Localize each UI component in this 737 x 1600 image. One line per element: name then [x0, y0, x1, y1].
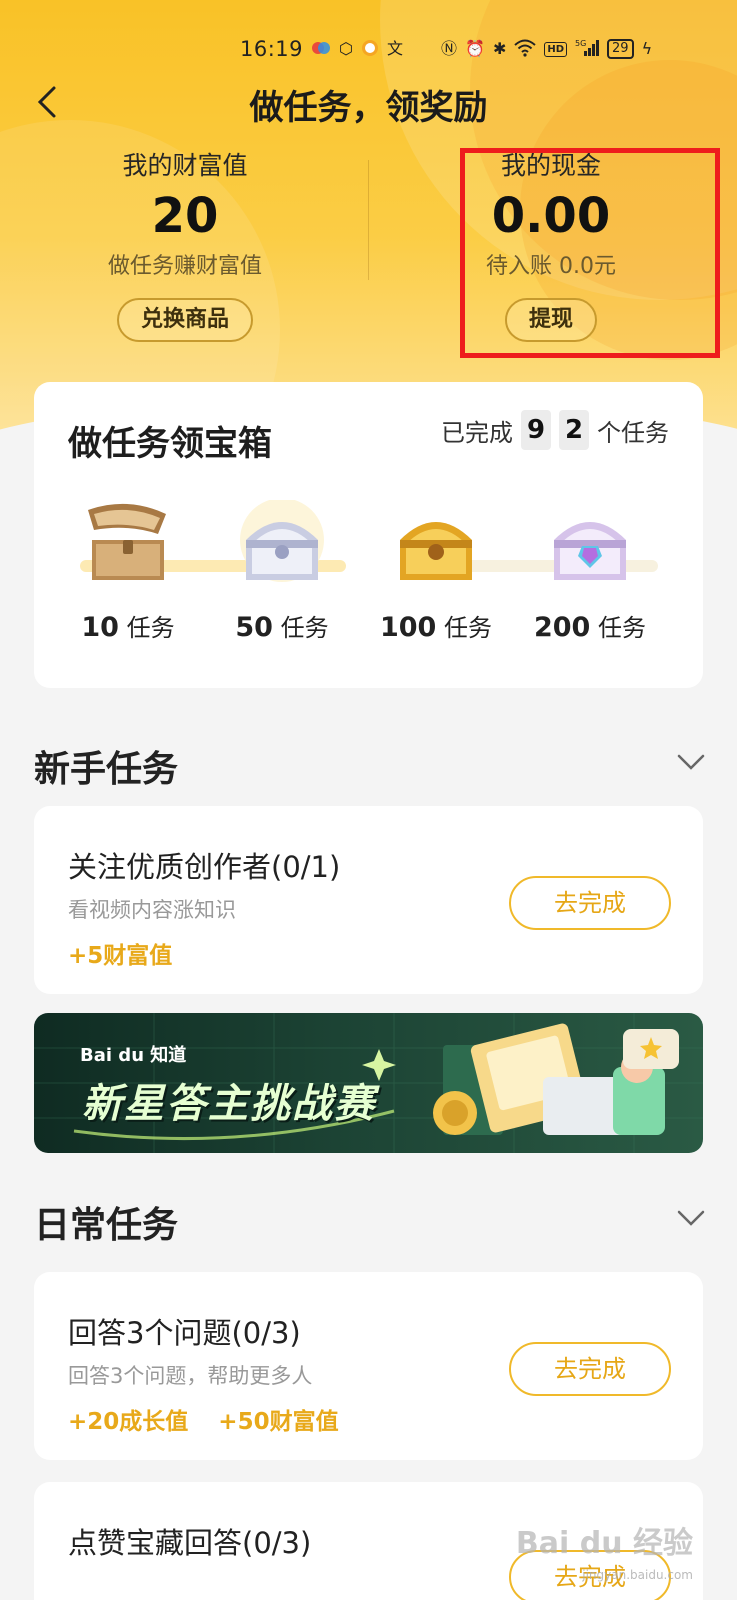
task-name: 关注优质创作者(0/1) — [68, 850, 341, 884]
translate-notification-icon: 文 — [387, 39, 404, 58]
chest-card: 做任务领宝箱 已完成 9 2 个任务 10 任务 50 任务 100 任务 20… — [34, 382, 703, 688]
wealth-value: 20 — [151, 188, 219, 244]
wealth-panel: 我的财富值 20 做任务赚财富值 兑换商品 — [80, 146, 290, 342]
redeem-goods-button[interactable]: 兑换商品 — [116, 298, 253, 342]
chest-50[interactable]: 50 任务 — [222, 498, 342, 643]
stat-divider — [368, 160, 369, 280]
wifi-icon — [514, 39, 537, 60]
task-card: 关注优质创作者(0/1) 看视频内容涨知识 +5财富值 去完成 — [34, 806, 703, 994]
annotation-highlight-box — [460, 148, 720, 358]
completed-count: 已完成 9 2 个任务 — [441, 410, 669, 450]
go-complete-button[interactable]: 去完成 — [509, 1342, 671, 1396]
completed-prefix: 已完成 — [441, 418, 513, 447]
battery-level: 29 — [607, 39, 634, 59]
completed-digit: 9 — [521, 410, 551, 450]
banner-title: 新星答主挑战赛 — [82, 1081, 376, 1127]
wealth-label: 我的财富值 — [122, 151, 248, 180]
task-reward: +20成长值 +50财富值 — [68, 1402, 361, 1436]
chest-10[interactable]: 10 任务 — [68, 500, 188, 643]
treasure-chest-icon — [240, 498, 324, 582]
charging-icon: ϟ — [641, 39, 653, 58]
reward-wealth: +50财富值 — [218, 1409, 339, 1435]
task-card: 回答3个问题(0/3) 回答3个问题，帮助更多人 +20成长值 +50财富值 去… — [34, 1272, 703, 1460]
signal-icon: 5G — [575, 39, 600, 60]
page-title: 做任务，领奖励 — [249, 88, 488, 128]
chest-card-title: 做任务领宝箱 — [68, 424, 272, 464]
daily-section-title: 日常任务 — [34, 1205, 179, 1246]
chest-label: 10 任务 — [81, 612, 175, 643]
alarm-icon: ⏰ — [465, 39, 485, 58]
task-name: 点赞宝藏回答(0/3) — [68, 1526, 312, 1560]
promo-banner[interactable]: Bai du 知道 新星答主挑战赛 — [34, 1013, 703, 1153]
task-reward: +5财富值 — [68, 936, 194, 970]
chest-label: 100 任务 — [379, 612, 492, 643]
status-time: 16:19 — [240, 37, 304, 61]
chest-200[interactable]: 200 任务 — [530, 500, 650, 643]
reward-wealth: +5财富值 — [68, 943, 173, 969]
hd-badge: HD — [544, 41, 568, 57]
status-bar: 16:19 ⬡ 文 Ⓝ ⏰ ✱ HD 5G 29 ϟ — [240, 34, 652, 64]
task-name: 回答3个问题(0/3) — [68, 1316, 301, 1350]
app-notification-icon — [311, 38, 331, 61]
chest-label: 50 任务 — [235, 612, 329, 643]
chest-label: 200 任务 — [533, 612, 646, 643]
banner-illustration — [433, 1023, 679, 1135]
baidu-jingyan-watermark: Bai du 经验 — [515, 1526, 693, 1561]
wealth-sub: 做任务赚财富值 — [107, 254, 262, 279]
baidu-zhidao-logo: Bai du 知道 — [80, 1045, 187, 1066]
chevron-down-icon[interactable] — [675, 1208, 707, 1228]
chest-100[interactable]: 100 任务 — [376, 500, 496, 643]
treasure-chest-icon — [554, 522, 626, 580]
treasure-chest-icon — [400, 522, 472, 580]
app-notification-icon — [361, 39, 379, 60]
package-notification-icon: ⬡ — [339, 39, 353, 58]
reward-growth: +20成长值 — [68, 1409, 189, 1435]
task-desc: 看视频内容涨知识 — [68, 898, 236, 922]
chevron-down-icon[interactable] — [675, 752, 707, 772]
bluetooth-icon: ✱ — [492, 39, 507, 58]
newbie-section-title: 新手任务 — [34, 749, 179, 790]
watermark-url: jingyan.baidu.com — [582, 1568, 693, 1582]
go-complete-button[interactable]: 去完成 — [509, 876, 671, 930]
treasure-chest-icon — [88, 503, 166, 580]
completed-suffix: 个任务 — [597, 418, 669, 447]
svg-text:5G: 5G — [575, 39, 586, 48]
nfc-icon: Ⓝ — [441, 39, 458, 58]
completed-digit: 2 — [559, 410, 589, 450]
task-desc: 回答3个问题，帮助更多人 — [68, 1364, 313, 1388]
